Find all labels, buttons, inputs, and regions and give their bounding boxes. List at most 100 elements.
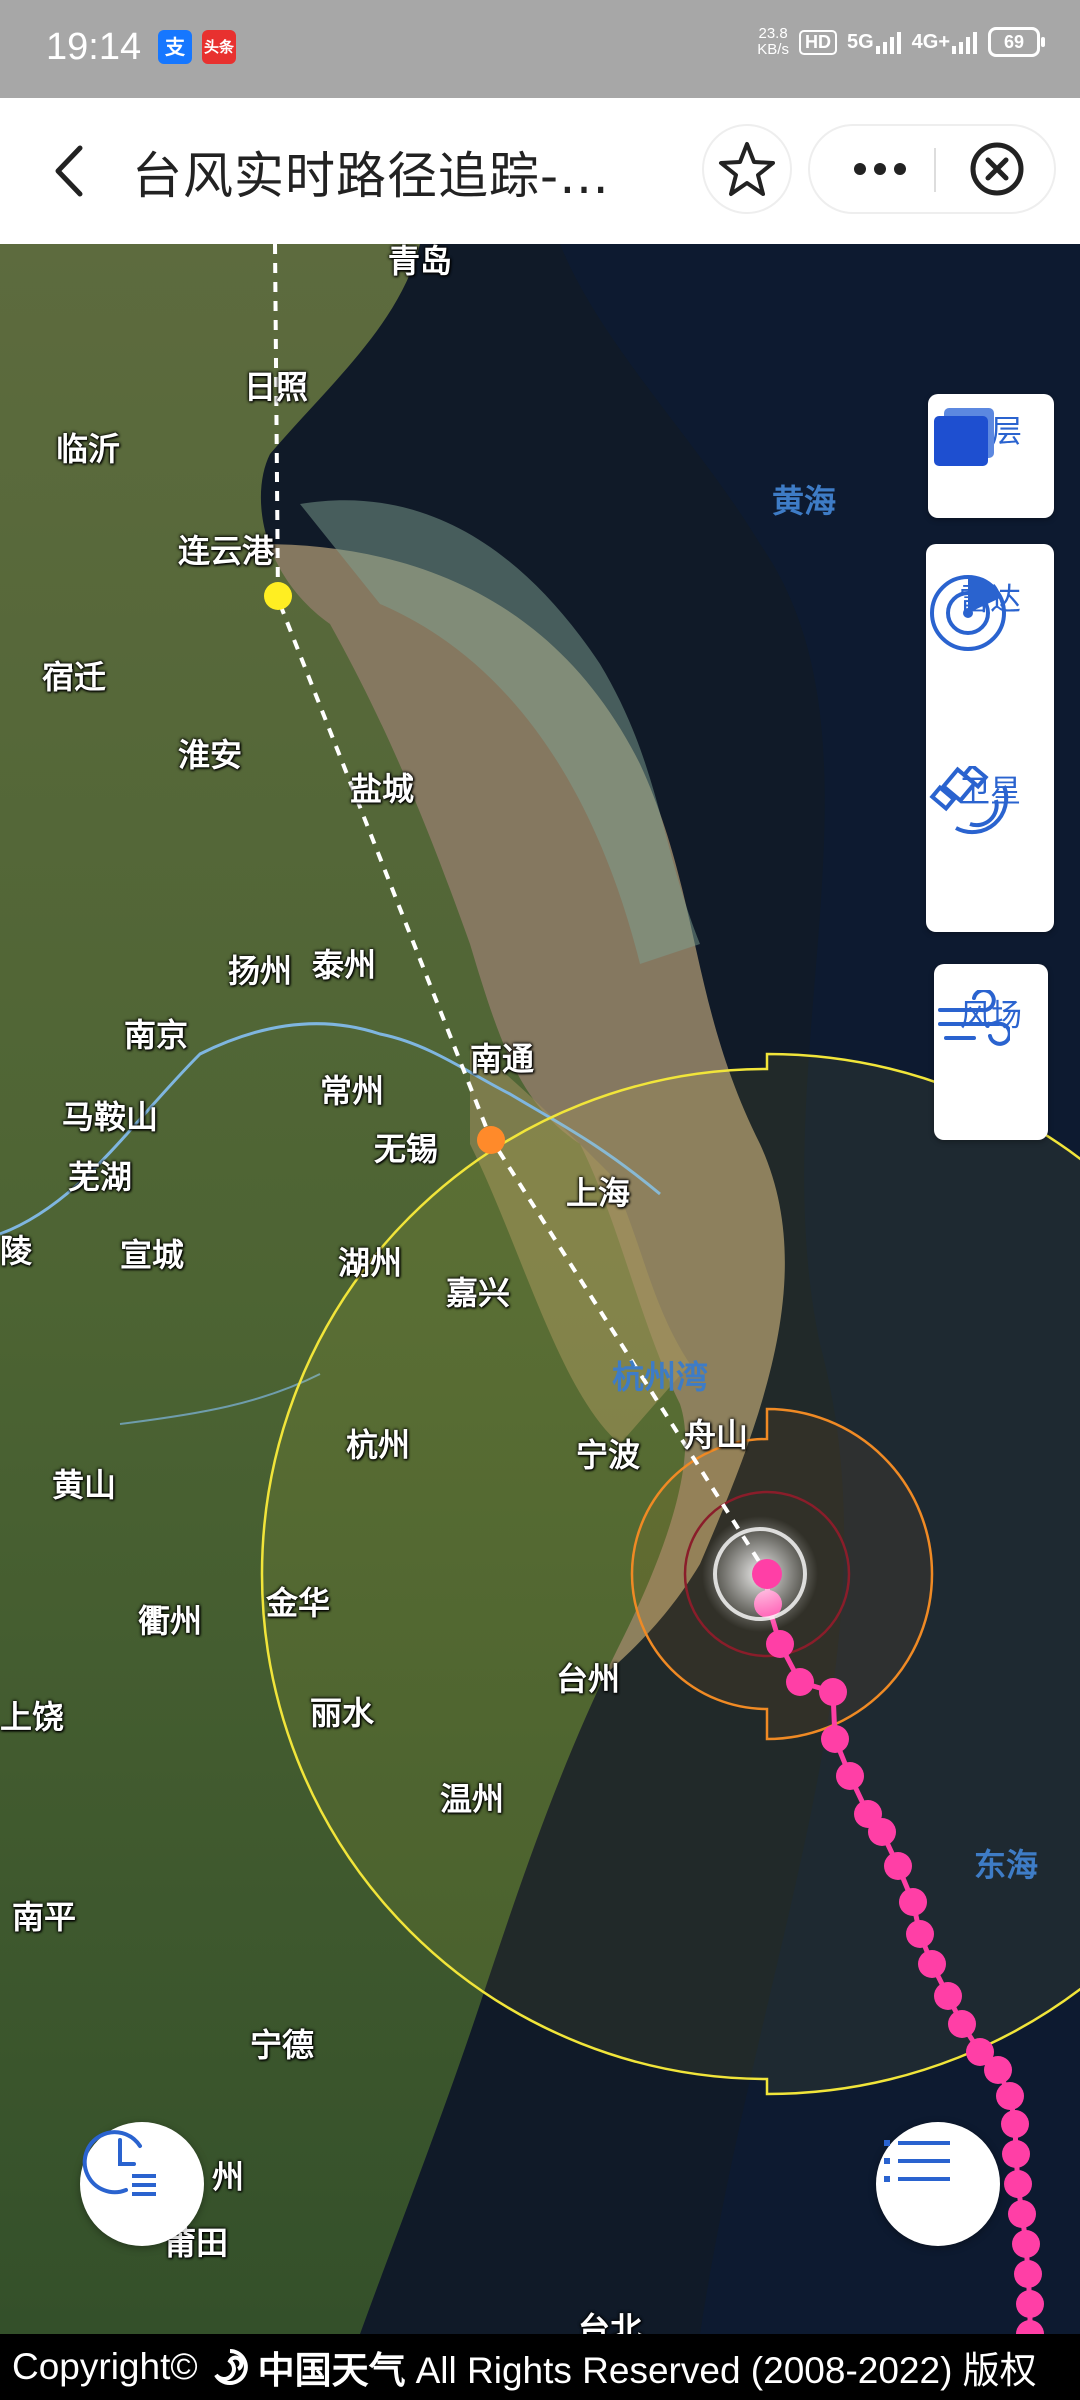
network-5g-label: 5G [846, 30, 874, 53]
city-label: 常州 [320, 1072, 385, 1110]
typhoon-list-button[interactable] [876, 2122, 1000, 2246]
city-label: 淮安 [178, 736, 243, 774]
net-speed: 23.8 KB/s [757, 26, 789, 58]
city-label: 嘉兴 [446, 1274, 511, 1312]
wind-control[interactable]: 风场 [934, 964, 1048, 1140]
footer-rights: All Rights Reserved (2008-2022) 版权 [415, 2350, 1037, 2391]
weather-logo-icon [213, 2349, 248, 2385]
history-point[interactable] [884, 1852, 912, 1880]
city-label: 上海 [566, 1174, 631, 1212]
list-icon [884, 2140, 950, 2182]
city-label: 衢州 [138, 1602, 203, 1640]
city-label: 连云港 [178, 532, 275, 570]
capsule-menu [808, 124, 1056, 214]
typhoon-current-position[interactable] [752, 1559, 782, 1589]
clock-list-icon [82, 2130, 156, 2196]
history-point[interactable] [899, 1888, 927, 1916]
history-point[interactable] [1012, 2230, 1040, 2258]
history-point[interactable] [918, 1950, 946, 1978]
city-label: 湖州 [338, 1244, 403, 1282]
page-title: 台风实时路径追踪-… [132, 147, 611, 205]
radar-icon [930, 575, 1006, 651]
hd-icon: HD [798, 29, 837, 55]
city-label: 无锡 [374, 1130, 439, 1168]
network-4g-label: 4G+ [911, 30, 950, 53]
close-button[interactable] [942, 126, 1052, 212]
city-label: 青岛 [388, 244, 453, 280]
close-circle-icon [970, 142, 1024, 196]
status-time: 19:14 [46, 26, 142, 68]
layers-control[interactable]: 图层 [928, 394, 1054, 518]
map-canvas [0, 244, 1080, 2334]
status-indicators: 23.8 KB/s HD 5G 4G+ 69 [757, 26, 1045, 58]
toutiao-app-icon: 头条 [202, 30, 236, 64]
satellite-button[interactable]: 卫星 [926, 766, 1054, 835]
history-point[interactable] [1016, 2290, 1044, 2318]
history-point[interactable] [1014, 2260, 1042, 2288]
battery-icon: 69 [988, 27, 1045, 57]
forecast-point[interactable] [477, 1126, 505, 1154]
city-label: 临沂 [56, 430, 121, 468]
city-label: 南平 [12, 1898, 77, 1936]
city-label: 金华 [266, 1584, 331, 1622]
capsule-divider [934, 148, 936, 192]
history-point[interactable] [836, 1762, 864, 1790]
alipay-app-icon: 支 [158, 30, 192, 64]
layers-icon [934, 408, 994, 466]
more-dots-icon [854, 163, 906, 175]
footer-brand: 中国天气 [257, 2349, 406, 2392]
history-point[interactable] [766, 1630, 794, 1658]
city-label: 温州 [440, 1780, 505, 1818]
city-label: 黄山 [52, 1466, 117, 1504]
signal-5g-icon: 5G [847, 31, 902, 54]
typhoon-map[interactable]: 青岛 日照 临沂 连云港 宿迁 淮安 盐城 扬州 泰州 南京 南通 马鞍山 常州… [0, 244, 1080, 2334]
mini-program-header: 台风实时路径追踪-… [0, 98, 1080, 244]
history-point[interactable] [934, 1982, 962, 2010]
wind-button[interactable]: 风场 [934, 990, 1048, 1046]
city-label: 上饶 [0, 1698, 65, 1736]
signal-bars-icon [875, 31, 901, 54]
sea-label-east-sea: 东海 [974, 1846, 1039, 1884]
city-label: 杭州 [346, 1426, 411, 1464]
copyright-prefix: Copyright© [12, 2346, 198, 2387]
history-point[interactable] [1008, 2200, 1036, 2228]
history-point[interactable] [786, 1668, 814, 1696]
history-point[interactable] [906, 1920, 934, 1948]
history-point[interactable] [821, 1725, 849, 1753]
layers-button[interactable]: 图层 [928, 406, 1054, 466]
city-label: 台北 [578, 2310, 643, 2334]
city-label: 州 [212, 2158, 245, 2196]
sea-label-yellow-sea: 黄海 [772, 482, 837, 520]
wind-icon [938, 990, 1010, 1046]
sea-label-hangzhou-bay: 杭州湾 [612, 1358, 709, 1396]
star-icon [719, 142, 775, 196]
radar-satellite-control: 雷达 卫星 [926, 544, 1054, 932]
radar-button[interactable]: 雷达 [926, 574, 1054, 651]
city-label: 陵 [0, 1232, 33, 1270]
history-point[interactable] [996, 2082, 1024, 2110]
net-speed-value: 23.8 [758, 25, 788, 42]
history-point[interactable] [984, 2056, 1012, 2084]
history-point[interactable] [1002, 2140, 1030, 2168]
city-label: 日照 [244, 368, 309, 406]
signal-4g-icon: 4G+ [912, 31, 978, 54]
history-point[interactable] [868, 1818, 896, 1846]
satellite-icon [929, 766, 1009, 835]
favorite-button[interactable] [702, 124, 792, 214]
signal-bars-icon [952, 31, 977, 54]
city-label: 芜湖 [68, 1158, 133, 1196]
city-label: 南京 [124, 1016, 189, 1054]
history-time-button[interactable] [80, 2122, 204, 2246]
city-label: 宣城 [120, 1236, 185, 1274]
more-button[interactable] [830, 126, 930, 212]
copyright-footer: Copyright© 中国天气 All Rights Reserved (200… [0, 2334, 1080, 2400]
status-bar: 19:14 支 头条 23.8 KB/s HD 5G 4G+ 69 [0, 0, 1080, 98]
history-point[interactable] [1001, 2110, 1029, 2138]
city-label: 南通 [470, 1040, 535, 1078]
back-button[interactable] [40, 136, 110, 206]
forecast-point[interactable] [264, 582, 292, 610]
history-point[interactable] [1004, 2170, 1032, 2198]
net-speed-unit: KB/s [757, 41, 789, 58]
history-point[interactable] [948, 2010, 976, 2038]
history-point[interactable] [819, 1678, 847, 1706]
